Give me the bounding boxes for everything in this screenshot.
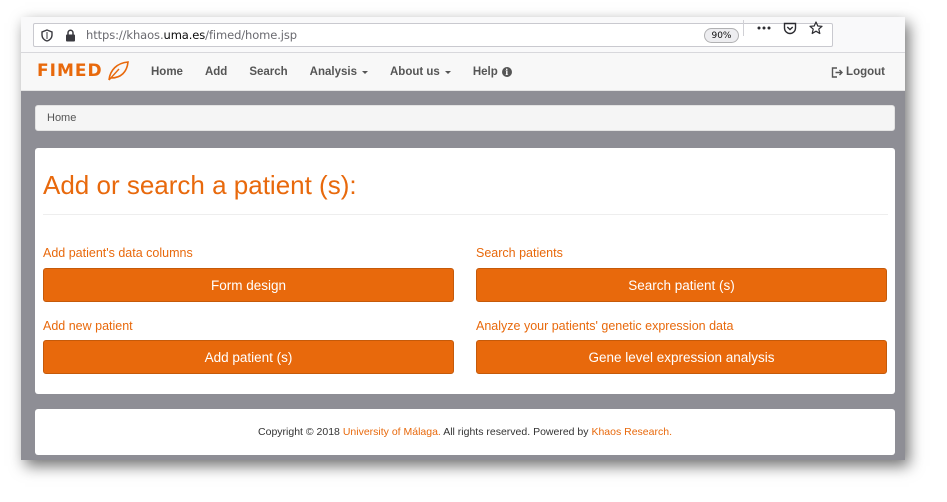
breadcrumb-current: Home <box>47 112 77 124</box>
logout-label: Logout <box>846 66 885 78</box>
browser-toolbar: https://khaos.uma.es/fimed/home.jsp 90% <box>21 17 905 53</box>
university-link[interactable]: University of Málaga. <box>343 426 441 438</box>
nav-help-label: Help <box>472 66 498 78</box>
url-actions <box>743 19 826 37</box>
nav-analysis-dropdown[interactable]: Analysis <box>310 66 368 78</box>
section-label-new-patient: Add new patient <box>43 319 133 333</box>
footer: Copyright © 2018 University of Málaga. A… <box>35 409 895 455</box>
breadcrumb: Home <box>35 105 895 131</box>
nav-home-label: Home <box>151 66 183 78</box>
footer-rights: All rights reserved. Powered by <box>440 426 592 438</box>
logout-link[interactable]: Logout <box>831 53 885 91</box>
gene-expression-analysis-button[interactable]: Gene level expression analysis <box>476 340 887 374</box>
site-navbar: FIMED Home Add Search Analysis About us … <box>21 53 905 91</box>
address-bar[interactable]: https://khaos.uma.es/fimed/home.jsp 90% <box>33 23 833 47</box>
nav-search-label: Search <box>249 66 288 78</box>
section-label-data-columns: Add patient's data columns <box>43 246 193 260</box>
title-divider <box>43 214 888 215</box>
url-text: https://khaos.uma.es/fimed/home.jsp <box>86 28 297 42</box>
browser-window: https://khaos.uma.es/fimed/home.jsp 90% … <box>21 17 905 460</box>
info-icon: i <box>501 67 512 77</box>
caret-down-icon <box>361 70 368 74</box>
khaos-research-link[interactable]: Khaos Research. <box>591 426 672 438</box>
leaf-icon <box>107 61 129 81</box>
nav-home[interactable]: Home <box>151 66 183 78</box>
footer-text: Copyright © 2018 University of Málaga. A… <box>258 426 672 438</box>
nav-about-label: About us <box>389 66 440 78</box>
add-patient-button[interactable]: Add patient (s) <box>43 340 454 374</box>
nav-add-label: Add <box>204 66 228 78</box>
more-icon[interactable] <box>754 19 774 37</box>
footer-copyright: Copyright © 2018 <box>258 426 343 438</box>
page-title: Add or search a patient (s): <box>43 170 357 200</box>
section-label-genetic-expression: Analyze your patients' genetic expressio… <box>476 319 734 333</box>
nav-about-dropdown[interactable]: About us <box>390 66 451 78</box>
search-patient-button[interactable]: Search patient (s) <box>476 268 887 302</box>
logout-icon <box>831 66 844 78</box>
form-design-button[interactable]: Form design <box>43 268 454 302</box>
divider <box>743 20 744 36</box>
nav-analysis-label: Analysis <box>309 66 357 78</box>
nav-add[interactable]: Add <box>205 66 227 78</box>
bookmark-star-icon[interactable] <box>806 19 826 37</box>
nav-search[interactable]: Search <box>249 66 287 78</box>
lock-icon[interactable] <box>60 25 80 45</box>
main-nav: Home Add Search Analysis About us Help i <box>151 53 534 91</box>
section-label-search: Search patients <box>476 246 563 260</box>
nav-help[interactable]: Help i <box>473 66 512 78</box>
brand-text: FIMED <box>37 61 103 81</box>
caret-down-icon <box>444 70 451 74</box>
main-panel: Add or search a patient (s): Add patient… <box>35 148 895 394</box>
pocket-icon[interactable] <box>780 19 800 37</box>
shield-icon[interactable] <box>37 25 57 45</box>
zoom-level-badge[interactable]: 90% <box>704 28 739 43</box>
brand-logo[interactable]: FIMED <box>37 60 130 82</box>
